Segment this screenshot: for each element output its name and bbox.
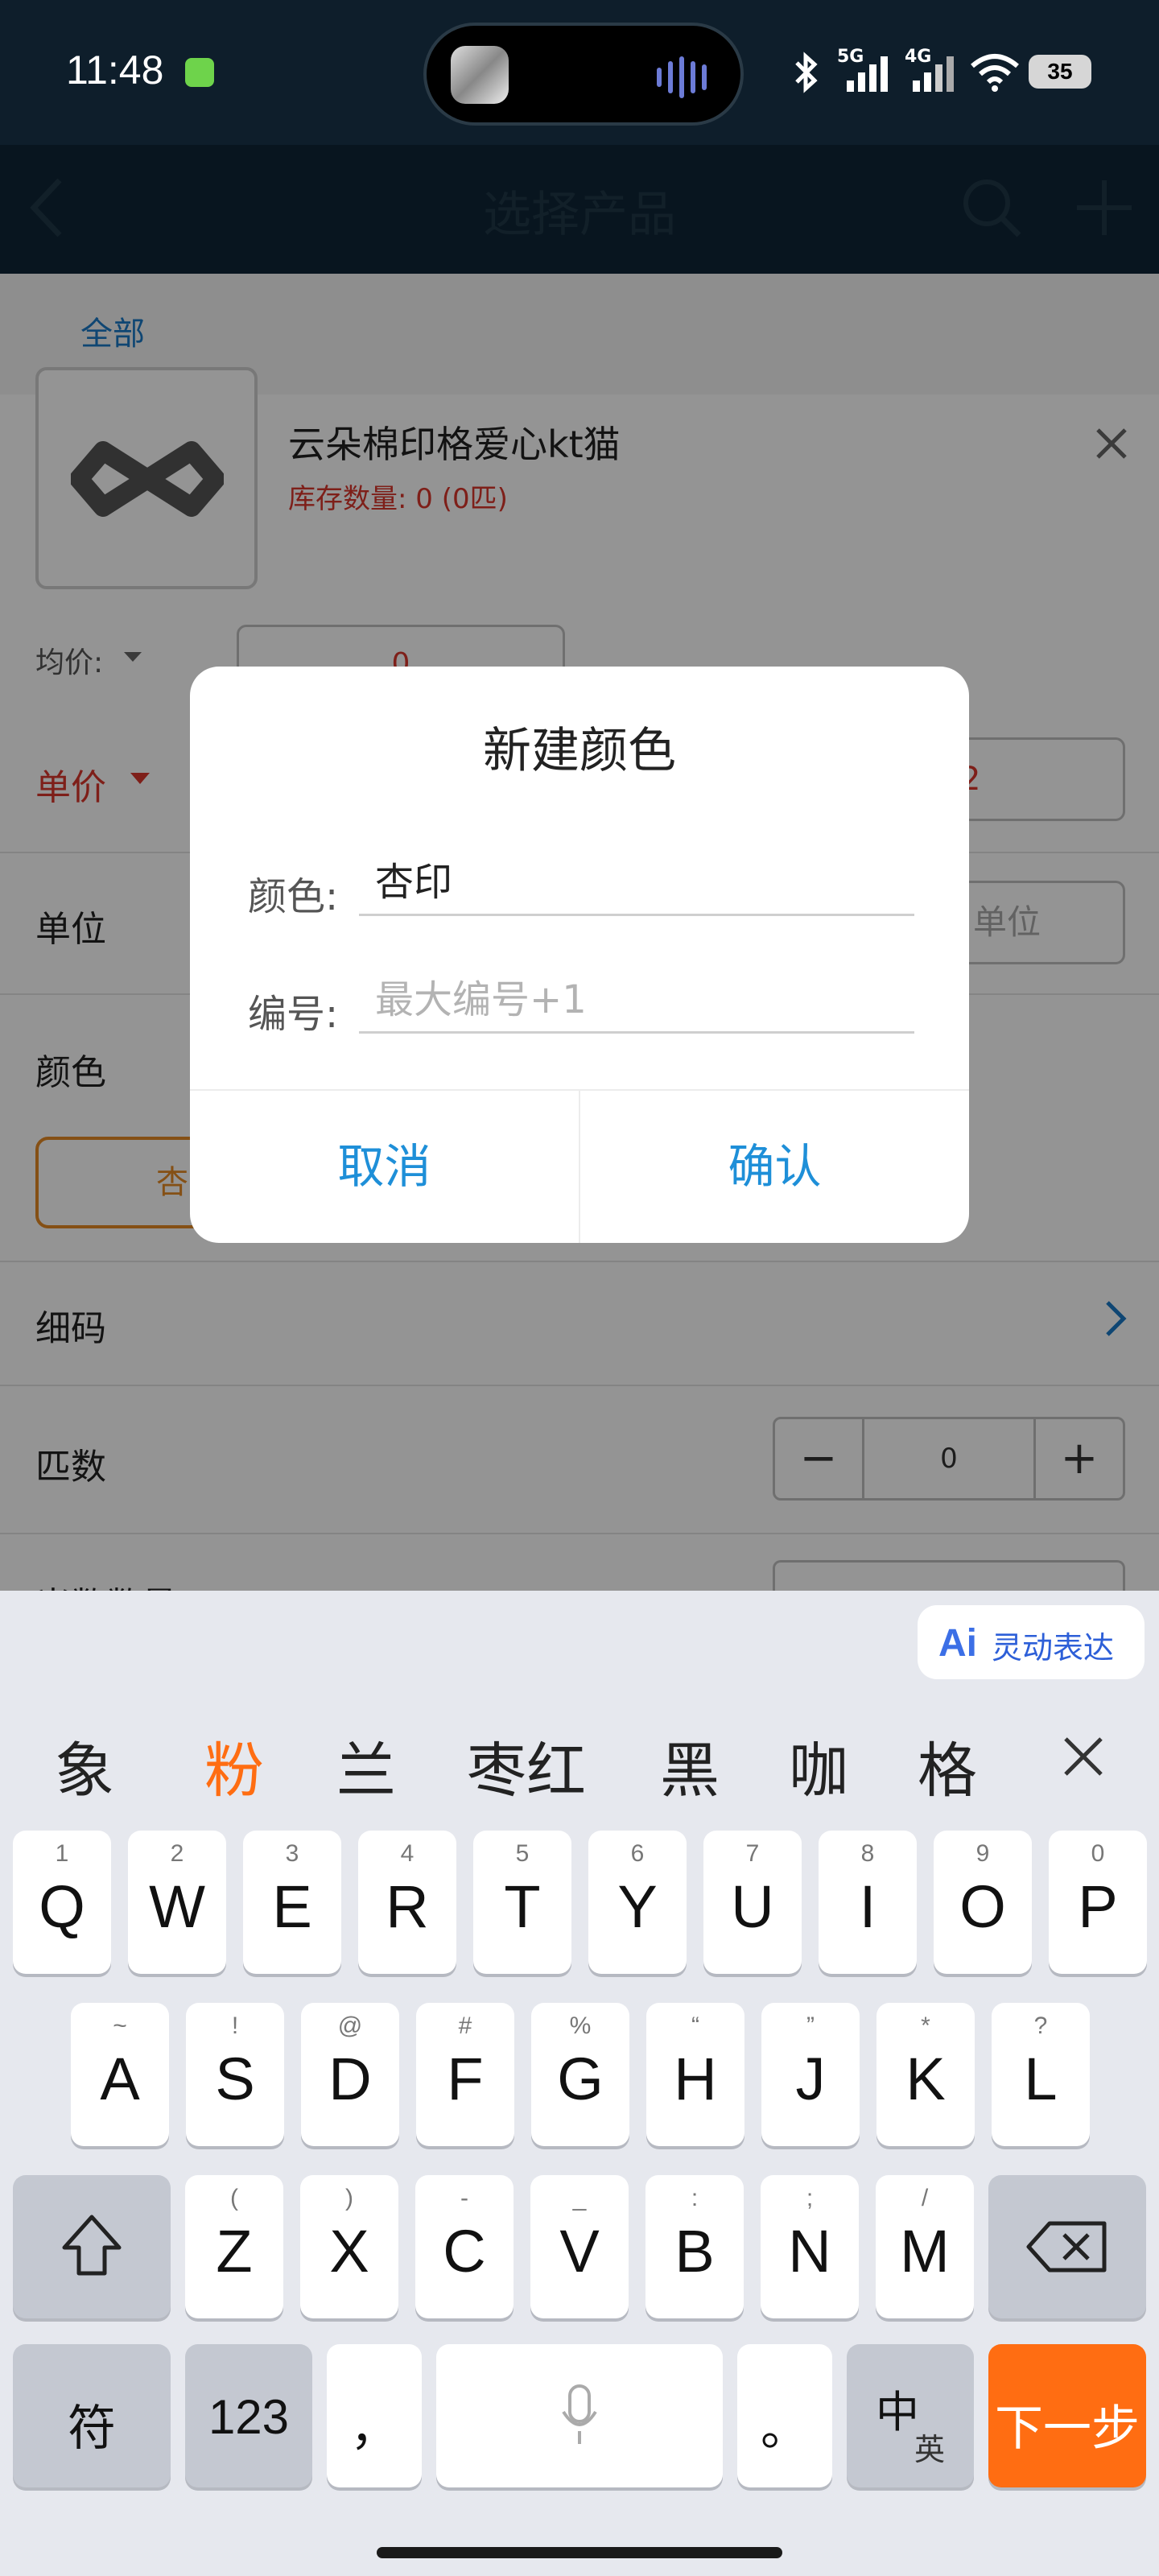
music-artwork (451, 46, 509, 104)
ai-icon: Ai (938, 1622, 977, 1665)
key-e[interactable]: 3E (243, 1831, 341, 1974)
key-k[interactable]: * K (876, 2003, 975, 2146)
period-key[interactable]: 。 (737, 2344, 832, 2487)
space-key[interactable] (436, 2344, 723, 2487)
code-field[interactable]: 最大编号+1 (359, 966, 914, 1034)
audio-wave-icon (657, 68, 662, 87)
wifi-icon (971, 54, 1019, 92)
close-candidates-icon[interactable] (1059, 1732, 1107, 1781)
ai-expression-label: 灵动表达 (992, 1630, 1115, 1666)
key-o[interactable]: 9O (934, 1831, 1032, 1974)
signal-icon (847, 56, 888, 92)
key-q[interactable]: 1Q (13, 1831, 111, 1974)
color-field-label: 颜色: (248, 874, 339, 919)
backspace-key[interactable] (988, 2175, 1146, 2318)
home-indicator[interactable] (377, 2547, 782, 2558)
code-field-label: 编号: (248, 992, 339, 1037)
language-switch-key[interactable]: 中 英 (847, 2344, 974, 2487)
key-v[interactable]: _ V (530, 2175, 629, 2318)
shift-key[interactable] (13, 2175, 171, 2318)
wechat-notification-icon (185, 58, 214, 87)
color-field[interactable]: 杏印 (359, 848, 914, 916)
shift-icon (62, 2215, 122, 2276)
battery-indicator: 35 (1029, 55, 1091, 89)
ai-expression-button[interactable]: Ai 灵动表达 (918, 1605, 1145, 1679)
status-time: 11:48 (66, 47, 164, 93)
new-color-dialog: 新建颜色 颜色: 杏印 编号: 最大编号+1 取消 确认 (190, 667, 969, 1243)
symbols-key[interactable]: 符 (13, 2344, 171, 2487)
dialog-title: 新建颜色 (483, 723, 676, 779)
candidate-word[interactable]: 兰 (336, 1723, 396, 1809)
key-f[interactable]: # F (416, 2003, 514, 2146)
bluetooth-icon (795, 52, 818, 93)
key-r[interactable]: 4R (358, 1831, 456, 1974)
key-i[interactable]: 8I (819, 1831, 917, 1974)
dynamic-island[interactable] (423, 23, 744, 126)
numbers-key[interactable]: 123 (185, 2344, 312, 2487)
key-c[interactable]: -C (415, 2175, 514, 2318)
key-w[interactable]: 2W (128, 1831, 226, 1974)
candidate-word[interactable]: 枣红 (467, 1723, 586, 1809)
key-m[interactable]: / M (876, 2175, 974, 2318)
confirm-button[interactable]: 确认 (580, 1091, 969, 1243)
key-t[interactable]: 5T (473, 1831, 571, 1974)
candidate-word[interactable]: 格 (918, 1723, 977, 1809)
key-s[interactable]: ! S (186, 2003, 284, 2146)
signal-icon-2 (913, 56, 954, 92)
key-g[interactable]: % G (531, 2003, 629, 2146)
candidate-word[interactable]: 粉 (204, 1723, 264, 1809)
candidate-word[interactable]: 咖 (789, 1723, 848, 1809)
key-z[interactable]: (Z (185, 2175, 283, 2318)
comma-key[interactable]: ， (327, 2344, 422, 2487)
backspace-icon (1026, 2221, 1107, 2273)
key-y[interactable]: 6Y (588, 1831, 687, 1974)
key-p[interactable]: 0P (1049, 1831, 1147, 1974)
candidate-word[interactable]: 黑 (660, 1723, 720, 1809)
key-l[interactable]: ? L (992, 2003, 1090, 2146)
microphone-icon (562, 2384, 597, 2444)
candidate-word[interactable]: 象 (55, 1723, 114, 1809)
key-x[interactable]: ) X (300, 2175, 398, 2318)
key-j[interactable]: ” J (761, 2003, 860, 2146)
key-d[interactable]: @ D (301, 2003, 399, 2146)
key-h[interactable]: “H (646, 2003, 744, 2146)
cancel-button[interactable]: 取消 (190, 1091, 579, 1243)
key-u[interactable]: 7U (703, 1831, 802, 1974)
next-step-key[interactable]: 下一步 (988, 2344, 1146, 2487)
key-a[interactable]: ~ A (71, 2003, 169, 2146)
key-n[interactable]: ; N (761, 2175, 859, 2318)
key-b[interactable]: :B (645, 2175, 744, 2318)
